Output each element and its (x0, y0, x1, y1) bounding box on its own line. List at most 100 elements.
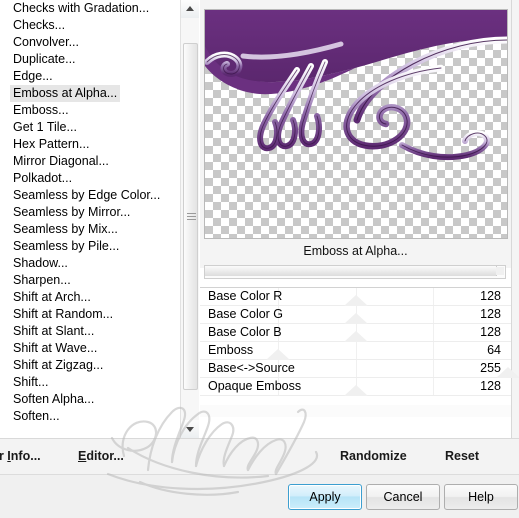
filter-list-item-label: Shift at Random... (13, 307, 114, 321)
dialog-button-bar: Apply Cancel Help (0, 474, 519, 518)
help-label: Help (468, 490, 494, 504)
filter-list-item-label: Polkadot... (13, 171, 73, 185)
parameter-label: Base Color B (208, 325, 282, 339)
filter-list-item-label: Soften... (13, 409, 60, 423)
parameter-list-footer (200, 405, 511, 417)
filter-list-item[interactable]: Mirror Diagonal... (0, 153, 180, 170)
filter-list-item-label: Seamless by Mix... (13, 222, 118, 236)
filter-list-item[interactable]: Soften... (0, 408, 180, 425)
preview-image-frame[interactable] (204, 9, 508, 239)
filter-list-item[interactable]: Checks with Gradation... (0, 0, 180, 17)
parameter-value: 128 (480, 307, 501, 321)
filter-list-item[interactable]: Sharpen... (0, 272, 180, 289)
parameter-slider-row[interactable]: Base Color B 128 (200, 324, 511, 342)
parameter-value: 128 (480, 325, 501, 339)
parameter-slider-row[interactable]: Emboss 64 (200, 342, 511, 360)
preview-hscroll-arrow-icon[interactable] (496, 267, 504, 275)
slider-thumb[interactable] (343, 313, 368, 324)
cancel-label: Cancel (383, 490, 423, 504)
help-button[interactable]: Help (444, 484, 518, 510)
parameter-value: 128 (480, 379, 501, 393)
parameter-label: Opaque Emboss (208, 379, 302, 393)
preview-artwork (205, 10, 507, 161)
filter-list-item[interactable]: Hex Pattern... (0, 136, 180, 153)
slider-thumb[interactable] (265, 349, 290, 360)
slider-tick (433, 306, 435, 323)
parameter-label: Emboss (208, 343, 254, 357)
filter-list-item[interactable]: Seamless by Edge Color... (0, 187, 180, 204)
filter-list-item-label: Emboss at Alpha... (10, 85, 121, 102)
filter-list-item-label: Shadow... (13, 256, 68, 270)
filter-list-item[interactable]: Soften Alpha... (0, 391, 180, 408)
scrollbar-thumb[interactable] (183, 43, 198, 390)
filter-list-item[interactable]: Polkadot... (0, 170, 180, 187)
filter-list-item[interactable]: Emboss... (0, 102, 180, 119)
scrollbar-track[interactable] (181, 18, 199, 420)
preview-panel (200, 0, 511, 240)
filter-list-item[interactable]: Emboss at Alpha... (0, 85, 180, 102)
filter-list-item[interactable]: Convolver... (0, 34, 180, 51)
randomize-link[interactable]: Randomize (340, 449, 407, 463)
parameter-label: Base<->Source (208, 361, 295, 375)
filter-list-scrollbar[interactable] (180, 0, 199, 438)
parameter-slider-row[interactable]: Base Color G 128 (200, 306, 511, 324)
preview-filter-name: Emboss at Alpha... (303, 244, 408, 258)
parameter-slider-row[interactable]: Base Color R 128 (200, 288, 511, 306)
filter-list-item[interactable]: Get 1 Tile... (0, 119, 180, 136)
parameter-value: 128 (480, 289, 501, 303)
parameter-label: Base Color G (208, 307, 284, 321)
filter-list-item-label: Sharpen... (13, 273, 71, 287)
slider-tick (433, 288, 435, 305)
filter-list-item-label: Seamless by Pile... (13, 239, 120, 253)
parameter-slider-list[interactable]: Base Color R 128 Base Color G 128 Base Color… (200, 287, 519, 406)
slider-tick (433, 342, 435, 359)
cancel-button[interactable]: Cancel (366, 484, 440, 510)
filter-list-item[interactable]: Shift at Random... (0, 306, 180, 323)
filter-list-item-label: Hex Pattern... (13, 137, 90, 151)
parameter-label: Base Color R (208, 289, 283, 303)
filter-list-item[interactable]: Duplicate... (0, 51, 180, 68)
parameter-slider-row[interactable]: Base<->Source 255 (200, 360, 519, 378)
filter-list-item[interactable]: Shift at Slant... (0, 323, 180, 340)
filter-info-link[interactable]: er Info... (0, 449, 41, 463)
slider-thumb[interactable] (343, 385, 368, 396)
filter-list-item-label: Seamless by Edge Color... (13, 188, 161, 202)
slider-thumb[interactable] (343, 295, 368, 306)
filter-list-item[interactable]: Seamless by Mix... (0, 221, 180, 238)
reset-label: Reset (445, 449, 480, 463)
filter-list-item[interactable]: Edge... (0, 68, 180, 85)
filter-list[interactable]: Checks with Gradation... Checks... Convolv… (0, 0, 180, 438)
filter-list-item-label: Edge... (13, 69, 53, 83)
slider-tick (433, 360, 435, 377)
filter-list-item-label: Shift at Arch... (13, 290, 91, 304)
scroll-down-arrow-icon[interactable] (181, 420, 199, 438)
filter-list-item[interactable]: Shift at Arch... (0, 289, 180, 306)
randomize-label: Randomize (340, 449, 407, 463)
parameter-slider-row[interactable]: Opaque Emboss 128 (200, 378, 511, 396)
apply-label: Apply (309, 490, 341, 504)
filter-list-item-label: Shift at Zigzag... (13, 358, 104, 372)
filter-list-item[interactable]: Seamless by Mirror... (0, 204, 180, 221)
preview-hscroll-thumb[interactable] (205, 266, 497, 276)
filter-list-item[interactable]: Shadow... (0, 255, 180, 272)
scroll-up-arrow-icon[interactable] (181, 0, 199, 18)
filter-list-item-label: Mirror Diagonal... (13, 154, 109, 168)
dialog-link-bar: er Info... Editor... Randomize Reset (0, 438, 519, 475)
slider-thumb[interactable] (343, 331, 368, 342)
filter-list-item-label: Shift at Wave... (13, 341, 98, 355)
filter-list-item-label: Checks with Gradation... (13, 1, 150, 15)
apply-button[interactable]: Apply (288, 484, 362, 510)
filter-list-item[interactable]: Seamless by Pile... (0, 238, 180, 255)
editor-link[interactable]: Editor... (78, 449, 124, 463)
filter-list-item[interactable]: Shift at Zigzag... (0, 357, 180, 374)
filter-list-item-label: Checks... (13, 18, 66, 32)
filter-list-item[interactable]: Checks... (0, 17, 180, 34)
slider-tick (355, 360, 357, 377)
reset-link[interactable]: Reset (445, 449, 479, 463)
preview-horizontal-scrollbar[interactable] (204, 265, 506, 279)
filter-list-item[interactable]: Shift... (0, 374, 180, 391)
scrollbar-grip-icon (186, 212, 196, 221)
filter-list-item[interactable]: Shift at Wave... (0, 340, 180, 357)
filter-list-item-label: Shift at Slant... (13, 324, 95, 338)
filter-list-item-label: Emboss... (13, 103, 69, 117)
